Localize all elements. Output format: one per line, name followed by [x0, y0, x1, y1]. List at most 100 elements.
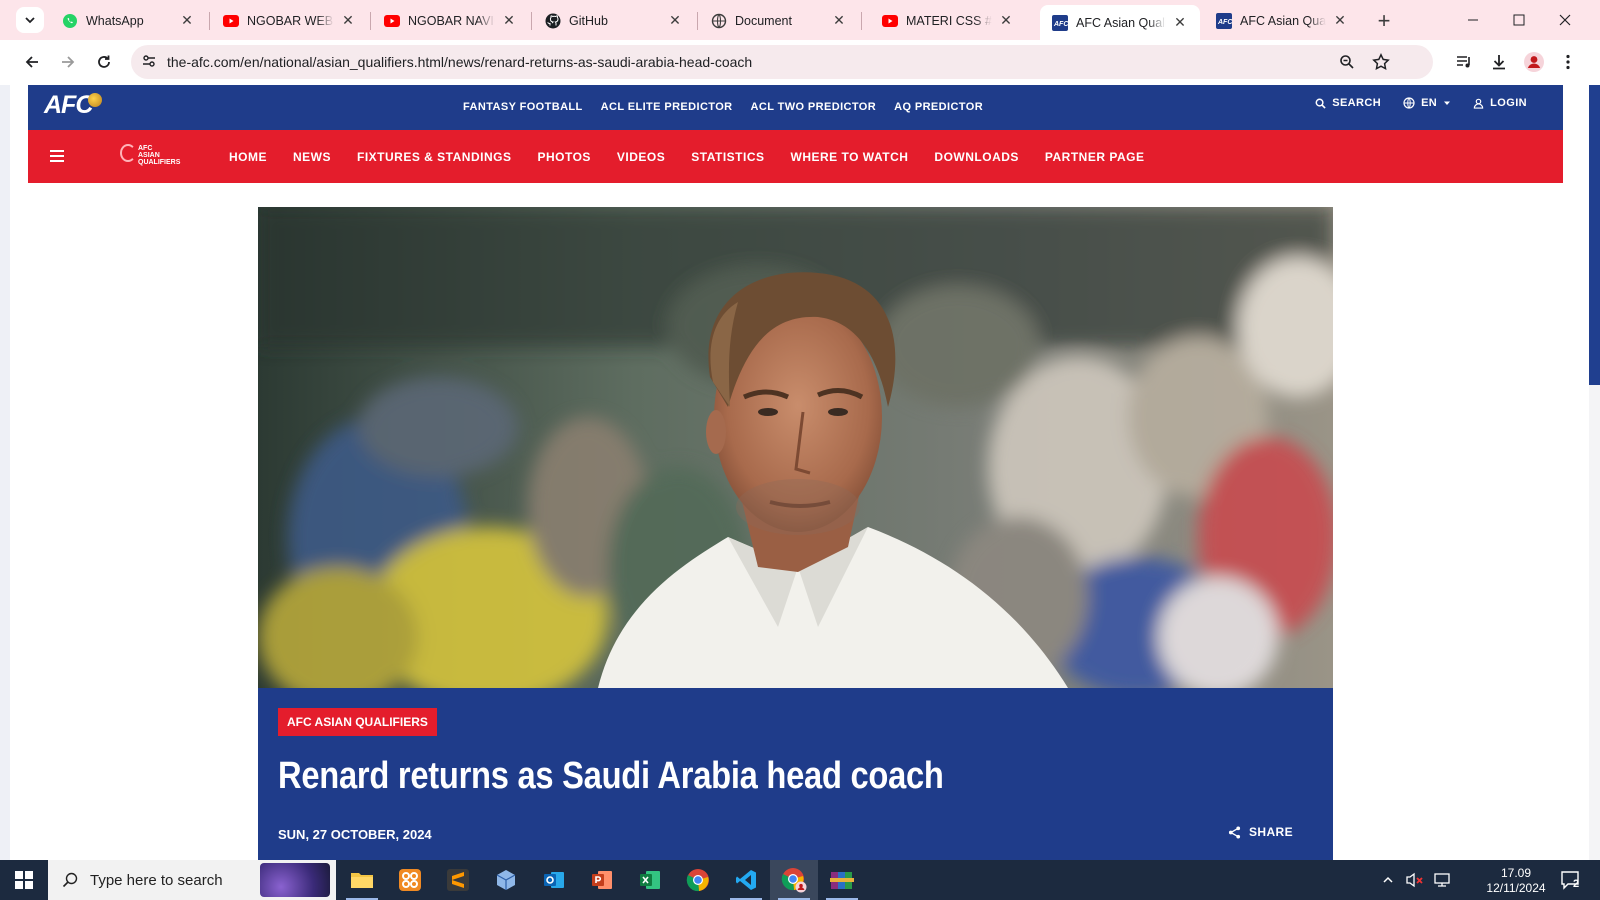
notification-center-button[interactable]: 2: [1556, 860, 1586, 900]
tab-close-icon[interactable]: ✕: [179, 12, 195, 29]
network-button[interactable]: [1430, 860, 1454, 900]
aq-logo-text: AFC ASIAN QUALIFIERS: [138, 145, 180, 166]
chevron-down-icon: [25, 17, 35, 24]
taskbar-search-box[interactable]: Type here to search: [48, 860, 336, 900]
nav-photos[interactable]: PHOTOS: [537, 150, 590, 164]
nav-where-to-watch[interactable]: WHERE TO WATCH: [791, 150, 909, 164]
tab-close-icon[interactable]: ✕: [501, 12, 517, 29]
back-button[interactable]: [18, 48, 46, 76]
page-right-margin: [1565, 85, 1589, 860]
nav-partner-page[interactable]: PARTNER PAGE: [1045, 150, 1145, 164]
afc-icon: AFC: [1052, 14, 1068, 31]
tab-separator: [209, 12, 210, 30]
topnav-fantasy-football[interactable]: FANTASY FOOTBALL: [463, 101, 583, 113]
article-headline: Renard returns as Saudi Arabia head coac…: [278, 755, 944, 797]
download-icon[interactable]: [1487, 50, 1511, 74]
taskbar-excel[interactable]: [626, 860, 674, 900]
tab-whatsapp[interactable]: WhatsApp ✕: [50, 5, 207, 36]
tab-afc-asian-qualifiers-active[interactable]: AFC AFC Asian Qualific ✕: [1040, 5, 1200, 40]
tab-ngobar-web[interactable]: NGOBAR WEB CC ✕: [211, 5, 368, 36]
vscode-icon: [736, 870, 756, 890]
cube-icon: [496, 870, 516, 890]
tab-close-icon[interactable]: ✕: [1172, 14, 1188, 31]
taskbar-clock[interactable]: 17.09 12/11/2024: [1480, 866, 1552, 896]
topnav-acl-two-predictor[interactable]: ACL TWO PREDICTOR: [751, 101, 877, 113]
arrow-left-icon: [25, 56, 38, 68]
article-header: AFC ASIAN QUALIFIERS Renard returns as S…: [258, 688, 1333, 860]
share-button[interactable]: SHARE: [1228, 825, 1293, 839]
page-viewport: AFC FANTASY FOOTBALL ACL ELITE PREDICTOR…: [0, 85, 1600, 860]
tab-close-icon[interactable]: ✕: [667, 12, 683, 29]
tab-document[interactable]: Document ✕: [699, 5, 859, 36]
more-menu-icon[interactable]: [1556, 50, 1580, 74]
tab-ngobar-naviga[interactable]: NGOBAR NAVIGA ✕: [372, 5, 529, 36]
aq-logo-line: ASIAN: [138, 152, 160, 159]
close-icon: [1559, 14, 1571, 26]
nav-news[interactable]: NEWS: [293, 150, 331, 164]
tab-search-button[interactable]: [16, 7, 44, 33]
media-control-icon[interactable]: [1452, 50, 1476, 74]
nav-home[interactable]: HOME: [229, 150, 267, 164]
taskbar-outlook[interactable]: [530, 860, 578, 900]
show-hidden-icons-button[interactable]: [1378, 860, 1398, 900]
taskbar-winrar[interactable]: [818, 860, 866, 900]
tab-afc-asian-qualifiers[interactable]: AFC AFC Asian Qualific ✕: [1204, 5, 1360, 36]
bookmark-star-icon[interactable]: [1370, 51, 1392, 73]
nav-statistics[interactable]: STATISTICS: [691, 150, 764, 164]
tab-close-icon[interactable]: ✕: [998, 12, 1014, 29]
taskbar-chrome[interactable]: [674, 860, 722, 900]
asian-qualifiers-logo[interactable]: AFC ASIAN QUALIFIERS: [120, 142, 182, 170]
whatsapp-icon: [62, 13, 78, 29]
tab-close-icon[interactable]: ✕: [831, 12, 847, 29]
tab-separator: [861, 12, 862, 30]
profile-avatar-icon[interactable]: [1522, 50, 1546, 74]
topnav-acl-elite-predictor[interactable]: ACL ELITE PREDICTOR: [601, 101, 733, 113]
taskbar-file-explorer[interactable]: [338, 860, 386, 900]
tab-close-icon[interactable]: ✕: [1332, 12, 1348, 29]
taskbar-virtualbox[interactable]: [482, 860, 530, 900]
close-window-button[interactable]: [1542, 0, 1588, 40]
archive-books-icon: [830, 872, 854, 889]
site-info-icon[interactable]: [141, 53, 157, 74]
topnav-aq-predictor[interactable]: AQ PREDICTOR: [894, 101, 983, 113]
url-text[interactable]: the-afc.com/en/national/asian_qualifiers…: [167, 54, 752, 70]
category-badge[interactable]: AFC ASIAN QUALIFIERS: [278, 708, 437, 736]
hamburger-menu-icon[interactable]: [50, 150, 64, 165]
login-button[interactable]: LOGIN: [1473, 97, 1527, 109]
nav-videos[interactable]: VIDEOS: [617, 150, 665, 164]
scrollbar-thumb[interactable]: [1589, 85, 1600, 385]
search-button[interactable]: SEARCH: [1315, 97, 1381, 109]
tab-github[interactable]: GitHub ✕: [533, 5, 695, 36]
taskbar-vscode[interactable]: [722, 860, 770, 900]
forward-button[interactable]: [54, 48, 82, 76]
new-tab-button[interactable]: +: [1372, 8, 1396, 33]
browser-toolbar: the-afc.com/en/national/asian_qualifiers…: [0, 40, 1600, 85]
aq-logo-line: AFC: [138, 145, 153, 152]
zoom-icon[interactable]: [1336, 51, 1358, 73]
aq-logo-line: QUALIFIERS: [138, 159, 181, 166]
caret-down-icon: [1444, 101, 1451, 105]
reload-button[interactable]: [90, 48, 118, 76]
site-top-bar: AFC FANTASY FOOTBALL ACL ELITE PREDICTOR…: [28, 85, 1563, 130]
taskbar-sublime-text[interactable]: [434, 860, 482, 900]
address-bar[interactable]: the-afc.com/en/national/asian_qualifiers…: [131, 45, 1433, 79]
tab-materi-css[interactable]: MATERI CSS #2 - ✕: [870, 5, 1026, 36]
volume-button[interactable]: [1403, 860, 1427, 900]
afc-icon: AFC: [1216, 12, 1232, 29]
tab-close-icon[interactable]: ✕: [340, 12, 356, 29]
chrome-icon: [686, 869, 709, 892]
minimize-button[interactable]: [1450, 0, 1496, 40]
scrollbar-track[interactable]: [1589, 85, 1600, 860]
taskbar-powerpoint[interactable]: [578, 860, 626, 900]
taskbar-chrome-profile[interactable]: [770, 860, 818, 900]
afc-logo[interactable]: AFC: [44, 91, 103, 120]
start-button[interactable]: [0, 860, 48, 900]
nav-fixtures-standings[interactable]: FIXTURES & STANDINGS: [357, 150, 511, 164]
taskbar-app-orange[interactable]: [386, 860, 434, 900]
tab-title: NGOBAR WEB CC: [247, 13, 334, 28]
maximize-button[interactable]: [1496, 0, 1542, 40]
language-label: EN: [1421, 97, 1438, 109]
clock-date: 12/11/2024: [1486, 881, 1546, 895]
language-selector[interactable]: EN: [1403, 97, 1451, 109]
nav-downloads[interactable]: DOWNLOADS: [934, 150, 1019, 164]
